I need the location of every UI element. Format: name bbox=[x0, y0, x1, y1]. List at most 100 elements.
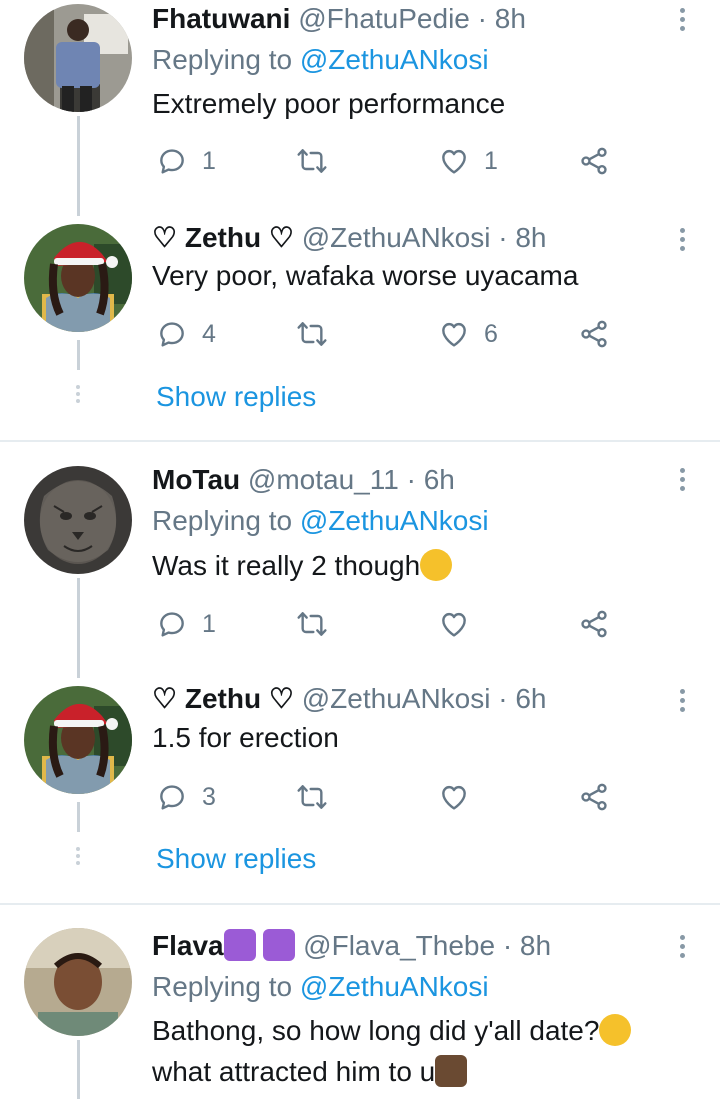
reply-button[interactable]: 4 bbox=[156, 317, 216, 351]
thread-line bbox=[77, 578, 80, 678]
replying-to: Replying to @ZethuANkosi bbox=[152, 504, 489, 538]
more-vertical-icon[interactable] bbox=[680, 228, 686, 255]
show-replies-link[interactable]: Show replies bbox=[156, 842, 316, 876]
handle[interactable]: @motau_11 bbox=[248, 464, 399, 495]
more-vertical-icon[interactable] bbox=[680, 935, 686, 962]
reply-count: 1 bbox=[202, 609, 216, 638]
reply-count: 4 bbox=[202, 319, 216, 348]
like-button[interactable]: 1 bbox=[438, 144, 498, 178]
reply-button[interactable]: 1 bbox=[156, 607, 216, 641]
retweet-button[interactable] bbox=[296, 144, 328, 178]
share-icon bbox=[578, 145, 610, 177]
more-vertical-icon[interactable] bbox=[680, 468, 686, 495]
mention-link[interactable]: @ZethuANkosi bbox=[300, 971, 489, 1002]
retweet-button[interactable] bbox=[296, 317, 328, 351]
share-button[interactable] bbox=[578, 317, 610, 351]
tweet-text-content: Was it really 2 though bbox=[152, 550, 421, 581]
timestamp: 8h bbox=[519, 930, 552, 961]
share-icon bbox=[578, 781, 610, 813]
separator: · bbox=[498, 683, 508, 714]
tweet-header: ♡ Zethu ♡ @ZethuANkosi · 6h bbox=[152, 682, 547, 716]
tweet-actions: 1 1 bbox=[156, 144, 626, 178]
separator: · bbox=[498, 222, 508, 253]
thread-dots bbox=[76, 385, 80, 406]
retweet-icon bbox=[296, 318, 328, 350]
avatar[interactable] bbox=[24, 686, 132, 794]
handle[interactable]: @ZethuANkosi bbox=[302, 222, 491, 253]
thread-dots bbox=[76, 847, 80, 868]
handle[interactable]: @ZethuANkosi bbox=[302, 683, 491, 714]
reply-button[interactable]: 1 bbox=[156, 144, 216, 178]
tweet-text-content: Bathong, so how long did y'all date? bbox=[152, 1015, 600, 1046]
retweet-icon bbox=[296, 781, 328, 813]
avatar[interactable] bbox=[24, 466, 132, 574]
display-name[interactable]: Fhatuwani bbox=[152, 3, 290, 34]
virgo-icon bbox=[263, 929, 296, 961]
reply-count: 1 bbox=[202, 146, 216, 175]
show-replies-link[interactable]: Show replies bbox=[156, 380, 316, 414]
timestamp: 8h bbox=[515, 222, 547, 253]
tweet-text: Very poor, wafaka worse uyacama bbox=[152, 260, 579, 291]
display-name[interactable]: MoTau bbox=[152, 464, 240, 495]
more-vertical-icon[interactable] bbox=[680, 8, 686, 35]
mention-link[interactable]: @ZethuANkosi bbox=[300, 44, 489, 75]
avatar[interactable] bbox=[24, 4, 132, 112]
reply-count: 3 bbox=[202, 782, 216, 811]
tweet-text-line-2: what attracted him to u bbox=[152, 1055, 468, 1089]
reply-icon bbox=[156, 318, 188, 350]
handle[interactable]: @FhatuPedie bbox=[298, 3, 470, 34]
like-count: 6 bbox=[484, 319, 498, 348]
like-button[interactable]: 6 bbox=[438, 317, 498, 351]
tweet-actions: 3 bbox=[156, 780, 626, 814]
share-icon bbox=[578, 608, 610, 640]
yin-yang-icon bbox=[223, 929, 256, 961]
avatar[interactable] bbox=[24, 224, 132, 332]
heart-icon bbox=[438, 608, 470, 640]
tweet-actions: 1 bbox=[156, 607, 626, 641]
handle[interactable]: @Flava_Thebe bbox=[303, 930, 495, 961]
share-button[interactable] bbox=[578, 144, 610, 178]
shrug-icon bbox=[435, 1055, 468, 1087]
heart-icon bbox=[438, 318, 470, 350]
tweet-text: Extremely poor performance bbox=[152, 88, 506, 119]
replying-to: Replying to @ZethuANkosi bbox=[152, 970, 489, 1004]
thread-line bbox=[77, 802, 80, 832]
reply-icon bbox=[156, 608, 188, 640]
retweet-button[interactable] bbox=[296, 780, 328, 814]
share-icon bbox=[578, 318, 610, 350]
tweet-header: Flava @Flava_Thebe · 8h bbox=[152, 929, 551, 963]
separator: · bbox=[477, 3, 487, 34]
mention-link[interactable]: @ZethuANkosi bbox=[300, 505, 489, 536]
thinking-face-icon bbox=[420, 549, 453, 581]
timestamp: 6h bbox=[423, 464, 455, 495]
replying-prefix: Replying to bbox=[152, 505, 293, 536]
crying-face-icon bbox=[599, 1014, 632, 1046]
replying-prefix: Replying to bbox=[152, 971, 293, 1002]
tweet-header: Fhatuwani @FhatuPedie · 8h bbox=[152, 2, 526, 36]
display-name[interactable]: ♡ Zethu ♡ bbox=[152, 683, 294, 714]
display-name[interactable]: ♡ Zethu ♡ bbox=[152, 222, 294, 253]
share-button[interactable] bbox=[578, 607, 610, 641]
like-button[interactable] bbox=[438, 780, 470, 814]
tweet-text-content: what attracted him to u bbox=[152, 1056, 436, 1087]
retweet-button[interactable] bbox=[296, 607, 328, 641]
more-vertical-icon[interactable] bbox=[680, 689, 686, 716]
retweet-icon bbox=[296, 145, 328, 177]
divider bbox=[0, 903, 720, 905]
separator: · bbox=[406, 464, 416, 495]
tweet-text: Was it really 2 though bbox=[152, 549, 453, 583]
thread-line bbox=[77, 340, 80, 370]
thread-line bbox=[77, 1040, 80, 1099]
tweet-text-line-1: Bathong, so how long did y'all date? bbox=[152, 1014, 632, 1048]
heart-icon bbox=[438, 781, 470, 813]
thread-line bbox=[77, 116, 80, 216]
tweet-text: 1.5 for erection bbox=[152, 722, 339, 753]
reply-button[interactable]: 3 bbox=[156, 780, 216, 814]
avatar[interactable] bbox=[24, 928, 132, 1036]
reply-icon bbox=[156, 781, 188, 813]
share-button[interactable] bbox=[578, 780, 610, 814]
like-button[interactable] bbox=[438, 607, 470, 641]
display-name[interactable]: Flava bbox=[152, 930, 224, 961]
separator: · bbox=[502, 930, 513, 961]
tweet-header: ♡ Zethu ♡ @ZethuANkosi · 8h bbox=[152, 221, 547, 255]
